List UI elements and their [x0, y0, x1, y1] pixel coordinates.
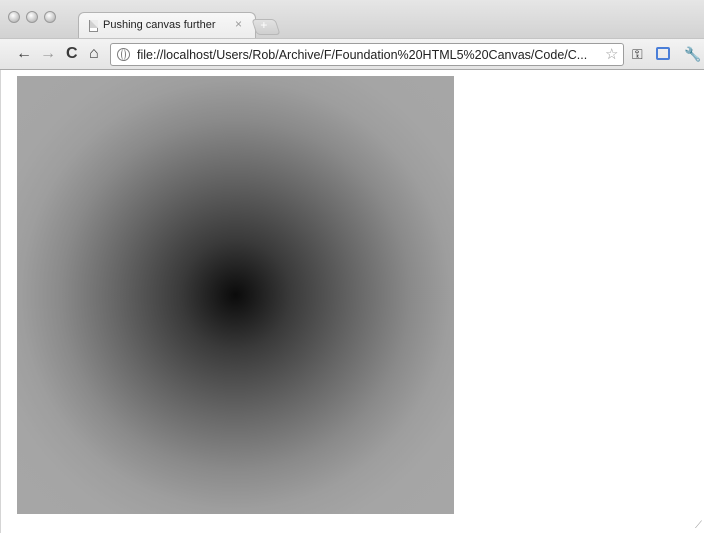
new-tab-button[interactable]: + [251, 18, 281, 35]
plus-icon: + [260, 18, 268, 32]
resize-grip-icon[interactable]: ⟋ [695, 520, 702, 531]
back-arrow-icon[interactable]: ← [16, 44, 32, 64]
page-icon [89, 20, 98, 32]
address-bar[interactable]: file://localhost/Users/Rob/Archive/F/Fou… [110, 43, 624, 66]
browser-window: Pushing canvas further × + ← → C ⌂ file:… [0, 0, 704, 533]
reload-icon[interactable]: C [66, 44, 78, 64]
globe-icon [117, 48, 130, 61]
minimize-window-button[interactable] [26, 11, 38, 23]
page-action-icon[interactable] [656, 47, 670, 60]
page-viewport: ⟋ [0, 70, 704, 533]
tab-title: Pushing canvas further [103, 19, 216, 31]
close-window-button[interactable] [8, 11, 20, 23]
star-icon[interactable]: ☆ [605, 45, 618, 63]
tab-close-icon[interactable]: × [235, 17, 242, 31]
home-icon[interactable]: ⌂ [89, 44, 99, 64]
zoom-window-button[interactable] [44, 11, 56, 23]
url-text[interactable]: file://localhost/Users/Rob/Archive/F/Fou… [137, 48, 597, 62]
wrench-icon[interactable]: 🔧 [684, 46, 701, 63]
tab-pushing-canvas-further[interactable]: Pushing canvas further × [78, 12, 256, 40]
forward-arrow-icon[interactable]: → [40, 44, 56, 64]
toolbar: ← → C ⌂ file://localhost/Users/Rob/Archi… [0, 38, 704, 70]
key-icon[interactable]: ⚿ [632, 46, 643, 63]
tab-strip: Pushing canvas further × + [0, 0, 704, 40]
radial-gradient-canvas [17, 76, 454, 514]
